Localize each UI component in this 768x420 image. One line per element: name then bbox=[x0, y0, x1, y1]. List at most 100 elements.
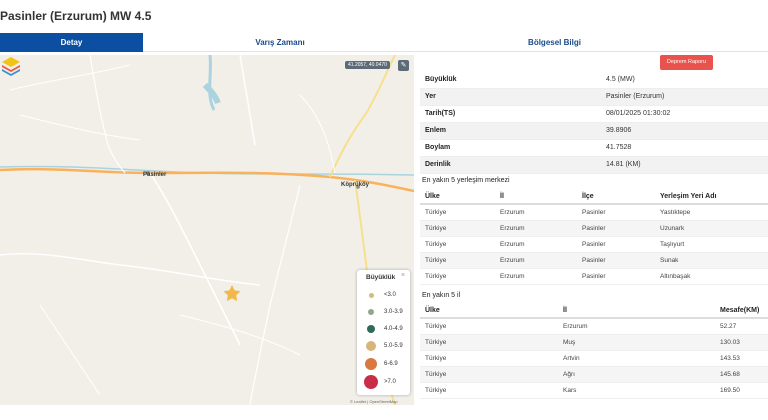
info-row: Boylam 41.7528 bbox=[420, 140, 768, 157]
table-cell: Erzurum bbox=[500, 241, 525, 248]
column-header: İl bbox=[563, 307, 567, 314]
nearest-provinces-title: En yakın 5 il bbox=[422, 292, 461, 299]
legend-label: <3.0 bbox=[384, 292, 396, 298]
table-cell: Türkiye bbox=[425, 339, 447, 346]
table-header: Ülke İl İlçe Yerleşim Yeri Adı bbox=[420, 190, 768, 205]
info-key: Derinlik bbox=[425, 161, 451, 168]
legend-item: >7.0 bbox=[362, 375, 408, 391]
table-cell: Erzurum bbox=[500, 209, 525, 216]
layers-icon[interactable] bbox=[0, 55, 22, 77]
table-cell: Muş bbox=[563, 339, 576, 346]
legend-dot bbox=[365, 358, 377, 370]
legend-item: 5.0-5.9 bbox=[362, 339, 408, 355]
column-header: İlçe bbox=[582, 193, 594, 200]
nearest-settlements-title: En yakın 5 yerleşim merkezi bbox=[422, 177, 510, 184]
tab-varis-zamani[interactable]: Varış Zamanı bbox=[143, 33, 417, 52]
info-row: Derinlik 14.81 (KM) bbox=[420, 157, 768, 174]
map-label-koprukoy: Köprüköy bbox=[341, 182, 370, 188]
table-row: Türkiye Muş 130.03 bbox=[420, 335, 768, 351]
info-key: Büyüklük bbox=[425, 76, 457, 83]
table-header: Ülke İl Mesafe(KM) bbox=[420, 304, 768, 319]
column-header: İl bbox=[500, 193, 504, 200]
tab-detay[interactable]: Detay bbox=[0, 33, 143, 52]
table-cell: 145.68 bbox=[720, 371, 740, 378]
table-cell: Türkiye bbox=[425, 225, 447, 232]
table-cell: Pasinler bbox=[582, 209, 606, 216]
legend-title: Büyüklük bbox=[366, 274, 396, 281]
table-cell: Türkiye bbox=[425, 209, 447, 216]
info-key: Enlem bbox=[425, 127, 447, 134]
map-edit-icon[interactable]: ✎ bbox=[398, 60, 409, 71]
table-cell: 169.50 bbox=[720, 387, 740, 394]
magnitude-legend: Büyüklük × <3.0 3.0-3.9 4.0-4.9 5.0-5.9 … bbox=[357, 270, 410, 395]
legend-dot bbox=[369, 293, 374, 298]
nearest-provinces-table: Ülke İl Mesafe(KM) Türkiye Erzurum 52.27… bbox=[420, 304, 768, 399]
info-key: Boylam bbox=[425, 144, 451, 151]
map-label-pasinler: Pasinler bbox=[143, 172, 167, 178]
tab-bolgesel-bilgi[interactable]: Bölgesel Bilgi bbox=[417, 33, 692, 52]
map-base bbox=[0, 55, 414, 405]
column-header: Yerleşim Yeri Adı bbox=[660, 193, 717, 200]
table-cell: Erzurum bbox=[500, 273, 525, 280]
table-cell: 52.27 bbox=[720, 323, 737, 330]
table-cell: Pasinler bbox=[582, 257, 606, 264]
table-cell: Sunak bbox=[660, 257, 679, 264]
page-title: Pasinler (Erzurum) MW 4.5 bbox=[0, 9, 152, 23]
legend-item: 6-6.9 bbox=[362, 357, 408, 373]
table-cell: Yastıktepe bbox=[660, 209, 691, 216]
table-row: Türkiye Erzurum Pasinler Uzunark bbox=[420, 221, 768, 237]
column-header: Mesafe(KM) bbox=[720, 307, 760, 314]
legend-dot bbox=[367, 325, 375, 333]
table-row: Türkiye Erzurum Pasinler Yastıktepe bbox=[420, 205, 768, 221]
epicenter-marker bbox=[223, 285, 241, 302]
table-row: Türkiye Ağrı 145.68 bbox=[420, 367, 768, 383]
legend-label: >7.0 bbox=[384, 379, 396, 385]
legend-label: 3.0-3.9 bbox=[384, 309, 403, 315]
map-attribution[interactable]: © Leaflet | OpenStreetMap bbox=[350, 399, 398, 404]
table-cell: Pasinler bbox=[582, 273, 606, 280]
info-value: 08/01/2025 01:30:02 bbox=[606, 110, 671, 117]
table-row: Türkiye Erzurum Pasinler Sunak bbox=[420, 253, 768, 269]
table-cell: Ağrı bbox=[563, 371, 575, 378]
column-header: Ülke bbox=[425, 193, 440, 200]
table-cell: Türkiye bbox=[425, 257, 447, 264]
legend-item: 4.0-4.9 bbox=[362, 322, 408, 338]
legend-label: 6-6.9 bbox=[384, 361, 398, 367]
table-row: Türkiye Kars 169.50 bbox=[420, 383, 768, 399]
info-value: 41.7528 bbox=[606, 144, 632, 151]
table-cell: Kars bbox=[563, 387, 577, 394]
info-key: Tarih(TS) bbox=[425, 110, 456, 117]
table-row: Türkiye Erzurum Pasinler Taşlıyurt bbox=[420, 237, 768, 253]
table-cell: Pasinler bbox=[582, 225, 606, 232]
legend-dot bbox=[364, 375, 378, 389]
table-cell: Türkiye bbox=[425, 323, 447, 330]
earthquake-report-button[interactable]: Deprem Raporu bbox=[660, 55, 713, 70]
map-view[interactable]: Pasinler Köprüköy 41.2057, 40.0470 ✎ Büy… bbox=[0, 55, 414, 405]
legend-label: 4.0-4.9 bbox=[384, 326, 403, 332]
info-row: Yer Pasinler (Erzurum) bbox=[420, 89, 768, 106]
legend-dot bbox=[368, 309, 374, 315]
info-value: 14.81 (KM) bbox=[606, 161, 641, 168]
info-row: Tarih(TS) 08/01/2025 01:30:02 bbox=[420, 106, 768, 123]
table-row: Türkiye Erzurum 52.27 bbox=[420, 319, 768, 335]
column-header: Ülke bbox=[425, 307, 440, 314]
info-value: Pasinler (Erzurum) bbox=[606, 93, 665, 100]
table-cell: Türkiye bbox=[425, 273, 447, 280]
table-cell: Erzurum bbox=[500, 225, 525, 232]
close-icon[interactable]: × bbox=[401, 272, 405, 279]
table-cell: Erzurum bbox=[500, 257, 525, 264]
table-cell: Artvin bbox=[563, 355, 580, 362]
table-cell: 143.53 bbox=[720, 355, 740, 362]
legend-item: <3.0 bbox=[362, 288, 408, 304]
table-cell: Türkiye bbox=[425, 241, 447, 248]
table-cell: Altınbaşak bbox=[660, 273, 691, 280]
tab-bar: Detay Varış Zamanı Bölgesel Bilgi bbox=[0, 33, 768, 52]
map-coordinate-readout: 41.2057, 40.0470 bbox=[345, 61, 390, 69]
info-value: 39.8906 bbox=[606, 127, 632, 134]
info-row: Enlem 39.8906 bbox=[420, 123, 768, 140]
info-key: Yer bbox=[425, 93, 436, 100]
event-info-table: Büyüklük 4.5 (MW) Yer Pasinler (Erzurum)… bbox=[420, 72, 768, 174]
info-row: Büyüklük 4.5 (MW) bbox=[420, 72, 768, 89]
table-cell: Erzurum bbox=[563, 323, 588, 330]
table-cell: 130.03 bbox=[720, 339, 740, 346]
